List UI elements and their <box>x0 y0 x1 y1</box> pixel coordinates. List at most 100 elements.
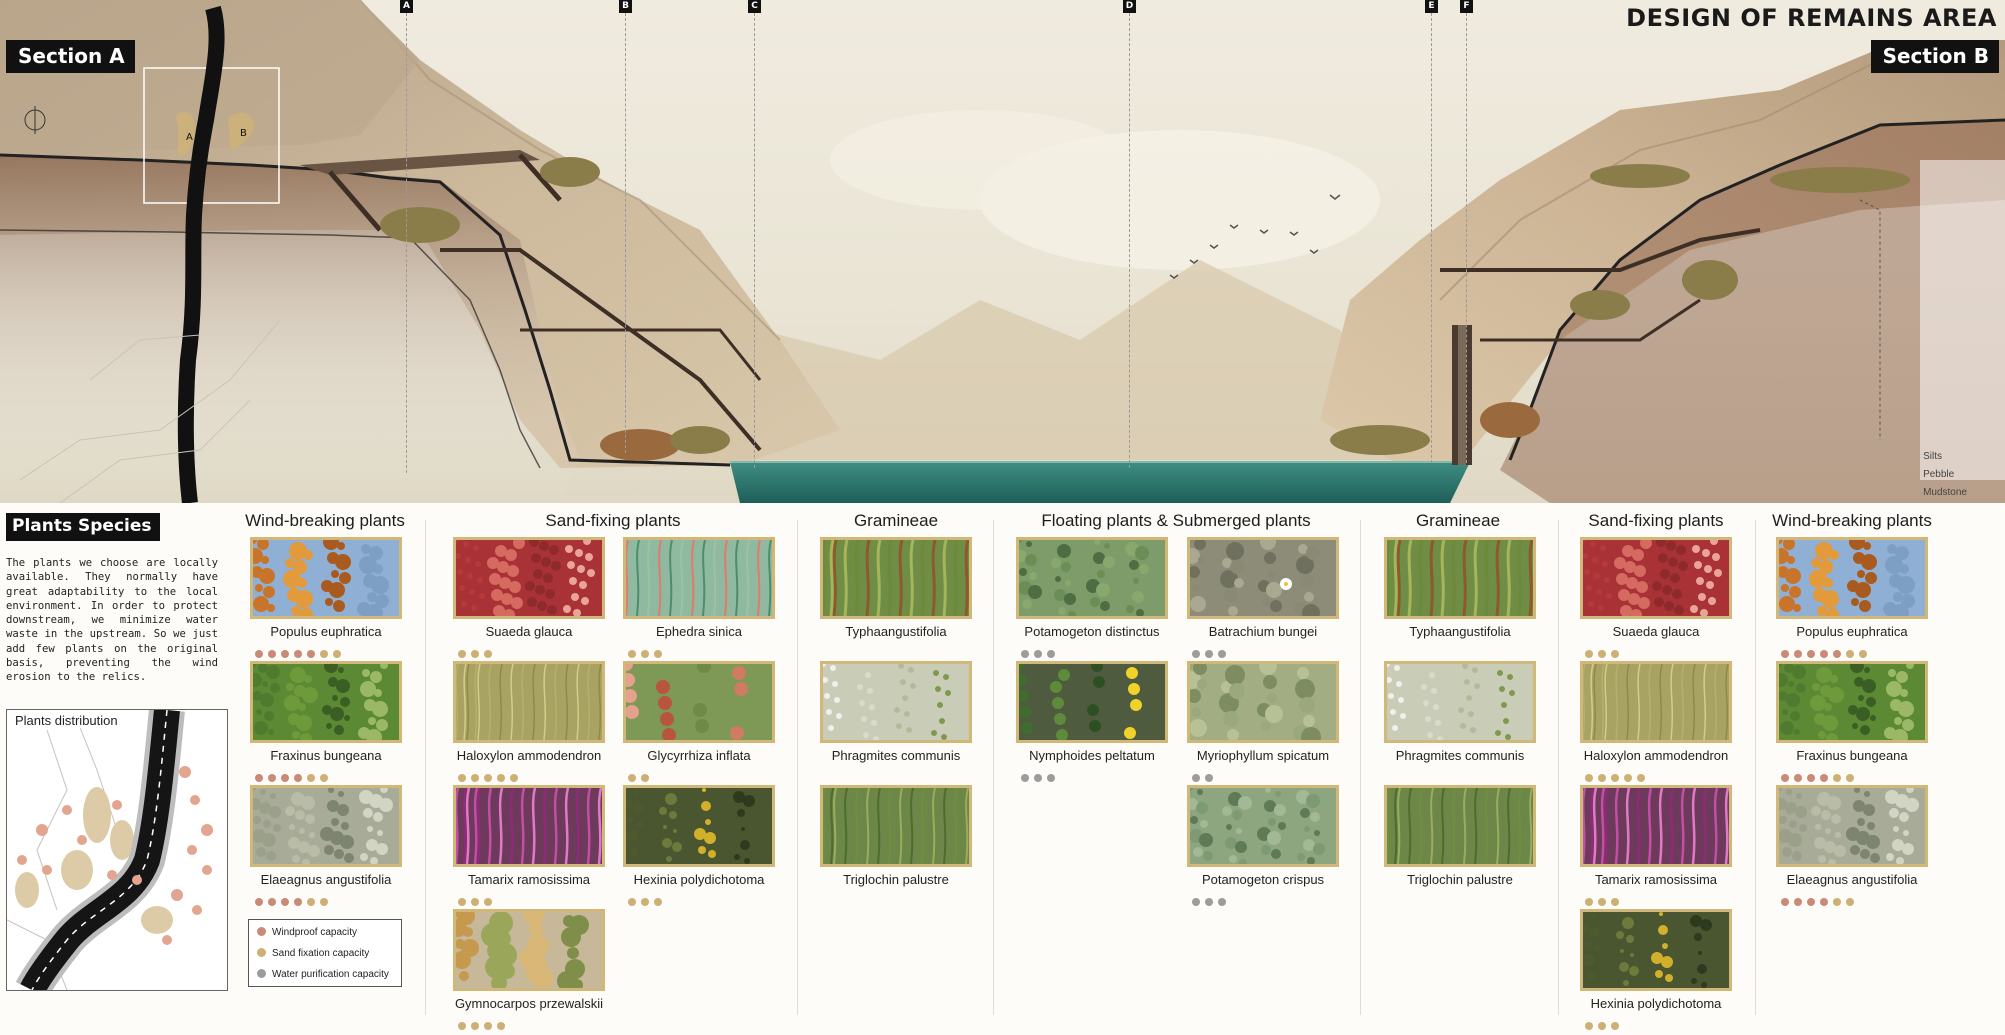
canyon-section-drawing: A B <box>0 0 2005 503</box>
capacity-legend: Windproof capacity Sand fixation capacit… <box>248 919 402 987</box>
capacity-dot-icon <box>268 774 276 782</box>
legend-sand-fixation-label: Sand fixation capacity <box>272 948 370 959</box>
capacity-rating <box>1776 769 1928 782</box>
capacity-rating <box>1016 769 1168 782</box>
plant-name: Triglochin palustre <box>1407 872 1513 887</box>
capacity-dot-icon <box>1820 650 1828 658</box>
capacity-dot-icon <box>294 898 302 906</box>
capacity-dot-icon <box>628 650 636 658</box>
capacity-dot-icon <box>458 774 466 782</box>
capacity-rating <box>623 645 775 658</box>
plant-name: Elaeagnus angustifolia <box>260 872 392 887</box>
column-title-gramineae: Gramineae <box>853 511 939 530</box>
capacity-dot-icon <box>484 1022 492 1030</box>
section-marker-line <box>406 13 407 473</box>
plant-name: Potamogeton distinctus <box>1024 624 1160 639</box>
capacity-dot-icon <box>641 650 649 658</box>
plant-photo <box>453 785 605 867</box>
plant-name: Haloxylon ammodendron <box>456 748 602 763</box>
section-marker-line <box>625 13 626 453</box>
plant-name: Tamarix ramosissima <box>1594 872 1718 887</box>
capacity-dot-icon <box>255 650 263 658</box>
plant-photo <box>1776 537 1928 619</box>
capacity-dot-icon <box>1034 774 1042 782</box>
plant-photo <box>1580 909 1732 991</box>
plant-card: Tamarix ramosissima <box>1580 785 1732 906</box>
capacity-dot-icon <box>1781 774 1789 782</box>
capacity-dot-icon <box>294 774 302 782</box>
capacity-rating <box>820 769 972 779</box>
capacity-dot-icon <box>1047 650 1055 658</box>
capacity-dot-icon <box>320 774 328 782</box>
capacity-dot-icon <box>484 650 492 658</box>
capacity-dot-icon <box>1611 1022 1619 1030</box>
water-purification-dot-icon <box>257 969 266 978</box>
capacity-dot-icon <box>654 650 662 658</box>
plant-photo <box>1776 785 1928 867</box>
capacity-rating <box>1580 1017 1732 1030</box>
capacity-dot-icon <box>1585 774 1593 782</box>
section-illustration: A B Section A Section B DESIGN OF REMAIN… <box>0 0 2005 503</box>
capacity-dot-icon <box>484 774 492 782</box>
plant-name: Typhaangustifolia <box>1409 624 1511 639</box>
capacity-dot-icon <box>1034 650 1042 658</box>
capacity-rating <box>623 769 775 782</box>
capacity-dot-icon <box>1598 1022 1606 1030</box>
capacity-dot-icon <box>255 774 263 782</box>
plant-card: Myriophyllum spicatum <box>1187 661 1339 782</box>
capacity-dot-icon <box>294 650 302 658</box>
column-divider <box>797 520 798 1015</box>
capacity-dot-icon <box>281 650 289 658</box>
capacity-dot-icon <box>320 898 328 906</box>
plant-name: Nymphoides peltatum <box>1029 748 1155 763</box>
plant-card: Typhaangustifolia <box>820 537 972 655</box>
capacity-rating <box>1776 893 1928 906</box>
plant-card: Elaeagnus angustifolia <box>1776 785 1928 906</box>
section-marker-line <box>1431 13 1432 463</box>
plant-name: Typhaangustifolia <box>845 624 947 639</box>
plant-photo <box>623 537 775 619</box>
plant-name: Phragmites communis <box>831 748 961 763</box>
capacity-dot-icon <box>1218 650 1226 658</box>
plant-name: Fraxinus bungeana <box>270 748 382 763</box>
capacity-dot-icon <box>654 898 662 906</box>
capacity-dot-icon <box>1820 898 1828 906</box>
capacity-dot-icon <box>307 774 315 782</box>
plant-name: Ephedra sinica <box>656 624 742 639</box>
section-marker-f: F <box>1460 0 1473 13</box>
capacity-rating <box>250 893 402 906</box>
plant-photo <box>250 537 402 619</box>
capacity-dot-icon <box>484 898 492 906</box>
capacity-rating <box>1384 769 1536 779</box>
legend-water-purification: Water purification capacity <box>257 968 389 982</box>
plant-card: Triglochin palustre <box>820 785 972 903</box>
capacity-dot-icon <box>1611 650 1619 658</box>
windproof-dot-icon <box>257 927 266 936</box>
plant-card: Populus euphratica <box>1776 537 1928 658</box>
capacity-dot-icon <box>1637 774 1645 782</box>
column-divider <box>993 520 994 1015</box>
section-marker-e: E <box>1425 0 1438 13</box>
plant-photo <box>1016 537 1168 619</box>
plant-card: Gymnocarpos przewalskii <box>453 909 605 1030</box>
capacity-rating <box>1776 645 1928 658</box>
capacity-dot-icon <box>1833 650 1841 658</box>
plant-photo <box>250 785 402 867</box>
section-marker-a: A <box>400 0 413 13</box>
capacity-rating <box>453 769 605 782</box>
capacity-dot-icon <box>1846 898 1854 906</box>
capacity-rating <box>250 645 402 658</box>
column-title-wind-breaking: Wind-breaking plants <box>1772 511 1932 530</box>
plant-card: Suaeda glauca <box>1580 537 1732 658</box>
capacity-dot-icon <box>1598 898 1606 906</box>
plants-distribution-label: Plants distribution <box>12 713 121 728</box>
capacity-dot-icon <box>497 1022 505 1030</box>
capacity-dot-icon <box>281 774 289 782</box>
strata-legend: Silts Pebble Mudstone <box>1923 448 1967 502</box>
plant-photo <box>453 661 605 743</box>
capacity-dot-icon <box>1205 774 1213 782</box>
plant-card: Suaeda glauca <box>453 537 605 658</box>
capacity-dot-icon <box>268 898 276 906</box>
capacity-dot-icon <box>628 774 636 782</box>
plant-name: Triglochin palustre <box>843 872 949 887</box>
